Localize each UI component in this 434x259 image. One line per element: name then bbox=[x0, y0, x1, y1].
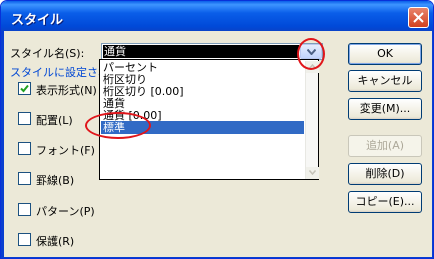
close-icon bbox=[413, 12, 424, 23]
chevron-down-icon bbox=[309, 170, 316, 175]
scroll-down-button[interactable] bbox=[306, 167, 319, 179]
annotation-circle-arrow bbox=[297, 38, 325, 70]
ok-button[interactable]: OK bbox=[348, 43, 422, 65]
checkbox-pattern[interactable] bbox=[18, 203, 31, 216]
checkbox-protection-label[interactable]: 保護(R) bbox=[36, 233, 74, 249]
modify-button[interactable]: 変更(M)... bbox=[348, 98, 422, 120]
checkmark-icon bbox=[20, 84, 29, 93]
checkbox-alignment[interactable] bbox=[18, 112, 31, 125]
style-includes-group: 表示形式(N) 配置(L) フォント(F) 罫線(B) パターン(P) 保護(R… bbox=[10, 74, 98, 254]
close-button[interactable] bbox=[408, 7, 429, 28]
style-dialog: スタイル スタイル名(S): 通貨 スタイルに設定され 表示形式(N) 配置(L… bbox=[0, 0, 434, 259]
checkbox-font[interactable] bbox=[18, 142, 31, 155]
cancel-button[interactable]: キャンセル bbox=[348, 70, 422, 92]
style-name-label: スタイル名(S): bbox=[10, 47, 85, 60]
checkbox-pattern-label[interactable]: パターン(P) bbox=[36, 203, 95, 219]
title-bar[interactable]: スタイル bbox=[1, 1, 433, 31]
copy-button[interactable]: コピー(E)... bbox=[348, 191, 422, 213]
add-button[interactable]: 追加(A) bbox=[348, 135, 422, 157]
style-name-value[interactable]: 通貨 bbox=[103, 45, 299, 58]
checkbox-protection[interactable] bbox=[18, 233, 31, 246]
style-name-combobox[interactable]: 通貨 bbox=[101, 43, 323, 60]
checkbox-font-label[interactable]: フォント(F) bbox=[36, 142, 95, 158]
delete-button[interactable]: 削除(D) bbox=[348, 163, 422, 185]
dialog-title: スタイル bbox=[11, 13, 64, 28]
checkbox-border-label[interactable]: 罫線(B) bbox=[36, 172, 74, 188]
annotation-circle-standard bbox=[85, 112, 151, 139]
checkbox-number-format[interactable] bbox=[18, 82, 31, 95]
checkbox-border[interactable] bbox=[18, 172, 31, 185]
checkbox-alignment-label[interactable]: 配置(L) bbox=[36, 112, 73, 128]
checkbox-number-format-label[interactable]: 表示形式(N) bbox=[36, 82, 97, 98]
list-scrollbar[interactable] bbox=[305, 61, 319, 179]
